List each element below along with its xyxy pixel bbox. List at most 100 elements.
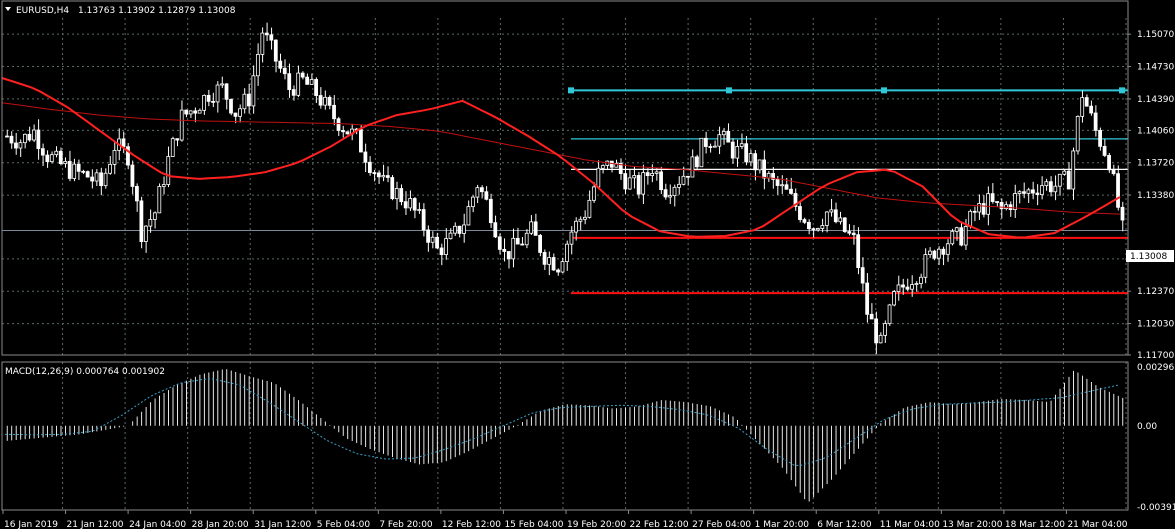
- candle: [157, 183, 162, 214]
- candle-body: [538, 234, 542, 253]
- candle-body: [820, 225, 825, 229]
- candle-body: [403, 201, 408, 209]
- x-tick-label: 12 Feb 12:00: [442, 520, 501, 529]
- candle-body: [686, 175, 690, 178]
- candle: [170, 136, 175, 157]
- candle-body: [874, 318, 878, 344]
- candle-body: [327, 96, 332, 106]
- candle-body: [981, 203, 986, 215]
- x-tick-label: 21 Jan 12:00: [67, 520, 124, 529]
- candle-body: [954, 227, 959, 232]
- candle-body: [435, 236, 439, 249]
- x-tick-label: 16 Jan 2019: [4, 520, 58, 529]
- candle-body: [54, 150, 59, 156]
- candle-body: [385, 175, 390, 178]
- candle-body: [990, 193, 995, 202]
- candle-body: [869, 313, 874, 320]
- candle: [345, 131, 350, 135]
- candle-body: [569, 231, 574, 245]
- candle-body: [703, 137, 708, 147]
- candle-body: [170, 138, 175, 157]
- candle-body: [784, 184, 789, 190]
- candle-body: [471, 196, 475, 208]
- candle-body: [1111, 169, 1116, 175]
- candle-body: [789, 188, 793, 194]
- candle-body: [49, 154, 54, 162]
- candle-body: [663, 189, 668, 198]
- candle-body: [641, 172, 646, 195]
- candle-body: [175, 138, 180, 141]
- candle-body: [121, 138, 126, 148]
- candle: [139, 196, 144, 249]
- candle-body: [135, 186, 139, 202]
- candle-body: [506, 251, 511, 260]
- candle-body: [551, 257, 556, 271]
- candle-body: [1004, 204, 1008, 210]
- candle-body: [76, 163, 81, 172]
- candle-body: [556, 269, 560, 273]
- candle: [699, 137, 704, 168]
- candle-body: [376, 172, 381, 178]
- current-price-label: 1.13008: [1130, 252, 1167, 262]
- candle-body: [1116, 173, 1120, 208]
- x-tick-label: 24 Jan 04:00: [129, 520, 186, 529]
- candle-body: [524, 232, 529, 246]
- candle-body: [1080, 97, 1085, 117]
- y-tick-label: 1.14060: [1137, 126, 1174, 136]
- candle-body: [488, 198, 493, 224]
- candle-body: [31, 129, 36, 141]
- candle-body: [90, 176, 95, 182]
- level-handle: [1119, 87, 1125, 94]
- candle-body: [963, 226, 968, 246]
- candle-body: [936, 248, 941, 259]
- candle-body: [807, 221, 811, 230]
- candle: [892, 290, 896, 307]
- candle-body: [224, 83, 229, 100]
- candle-body: [448, 232, 453, 240]
- candle-body: [5, 135, 9, 138]
- candle-body: [457, 225, 462, 234]
- candle-body: [381, 175, 386, 178]
- candle-body: [179, 109, 184, 141]
- candle-body: [444, 238, 448, 256]
- candle-body: [206, 94, 211, 102]
- candle-body: [1026, 189, 1031, 194]
- candle-body: [130, 164, 135, 187]
- x-tick-label: 15 Feb 04:00: [504, 520, 563, 529]
- candle-body: [735, 146, 740, 159]
- candle-body: [484, 191, 489, 200]
- x-tick-label: 21 Mar 04:00: [1067, 520, 1127, 529]
- candle-body: [811, 228, 816, 231]
- candle-body: [910, 284, 914, 290]
- candle-body: [1017, 191, 1022, 194]
- candle-body: [188, 110, 193, 115]
- candle-body: [367, 161, 372, 173]
- candle-body: [233, 112, 238, 117]
- trading-chart[interactable]: 1.15070 1.14730 1.14390 1.14060 1.13720 1.133…: [0, 0, 1175, 529]
- candle-body: [1089, 105, 1094, 114]
- candle-body: [287, 73, 292, 91]
- candle-body: [986, 193, 990, 215]
- ohlc-values: 1.13763 1.13902 1.12879 1.13008: [78, 6, 236, 16]
- candle-body: [1107, 155, 1111, 171]
- candle-body: [1044, 181, 1049, 187]
- candle-body: [229, 98, 233, 114]
- x-tick-label: 27 Feb 04:00: [692, 520, 751, 529]
- candle-body: [143, 225, 148, 242]
- candle-body: [157, 186, 162, 214]
- candle-body: [112, 149, 117, 165]
- chart-header: EURUSD,H4 1.13763 1.13902 1.12879 1.1300…: [5, 6, 236, 16]
- candle-body: [72, 163, 77, 179]
- candle-body: [399, 188, 404, 203]
- candle: [950, 228, 955, 246]
- candle-body: [730, 141, 735, 159]
- candle-body: [802, 219, 807, 223]
- candle-body: [650, 173, 654, 177]
- candle-body: [847, 231, 852, 234]
- candle-body: [1075, 116, 1080, 152]
- candle-body: [708, 146, 713, 148]
- candle-body: [103, 172, 108, 187]
- candle-body: [1120, 206, 1125, 221]
- candle-body: [815, 228, 820, 231]
- candle-body: [623, 173, 628, 190]
